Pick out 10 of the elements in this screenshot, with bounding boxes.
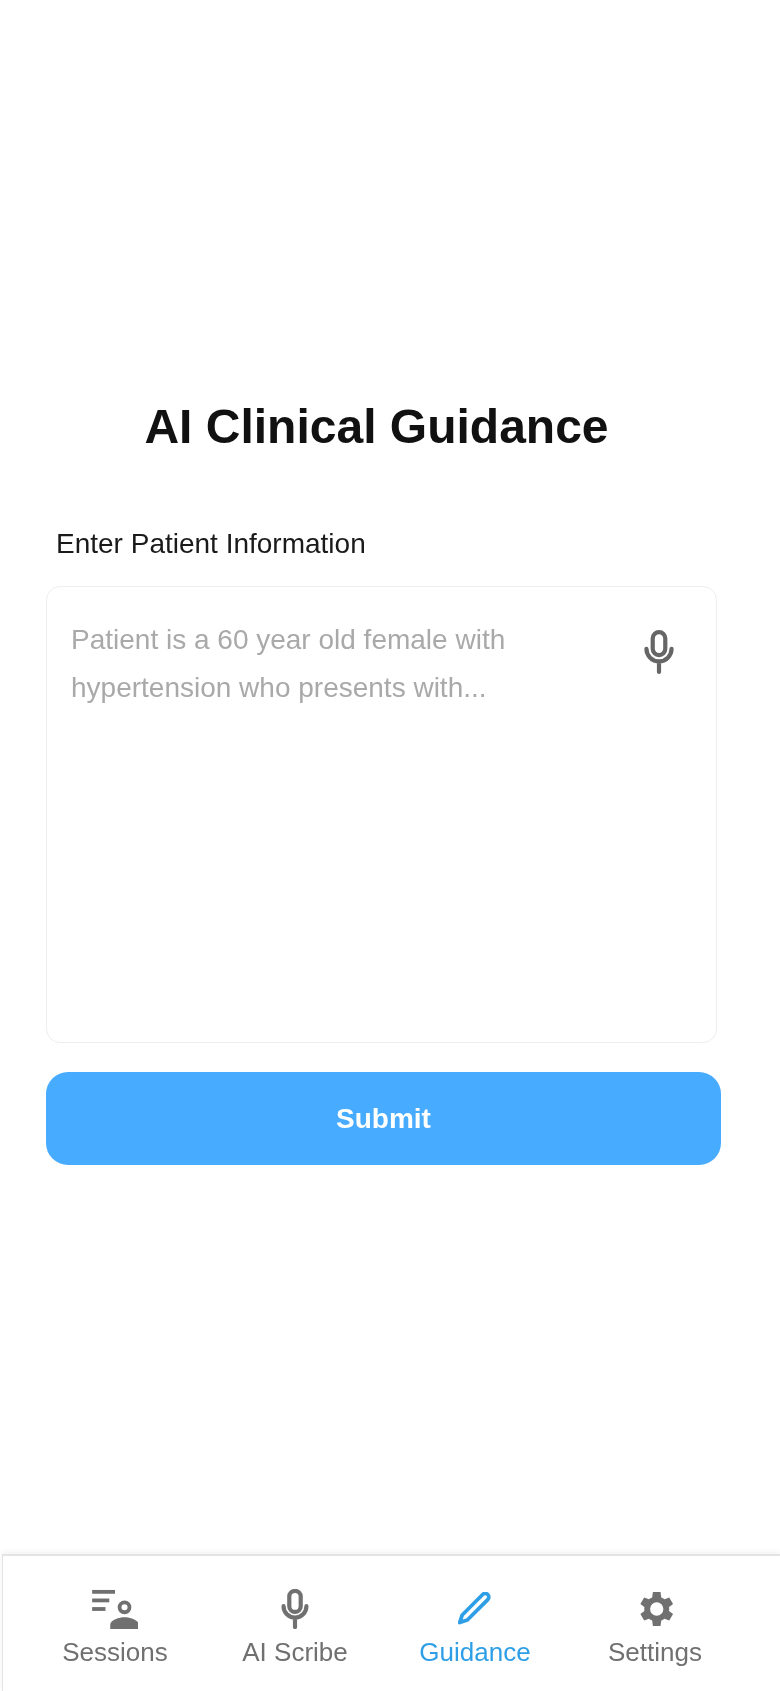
nav-tab[interactable]: Guidance bbox=[419, 1588, 531, 1668]
patient-info-field[interactable]: Patient is a 60 year old female with hypertension who presents with... bbox=[46, 586, 717, 1043]
field-label: Enter Patient Information bbox=[56, 527, 366, 561]
nav-tab[interactable]: AI Scribe bbox=[242, 1588, 348, 1668]
list-person-icon bbox=[92, 1589, 138, 1629]
microphone-icon[interactable] bbox=[642, 630, 676, 674]
nav-tab[interactable]: Sessions bbox=[62, 1588, 168, 1668]
nav-tab[interactable]: Settings bbox=[608, 1588, 702, 1668]
pencil-icon bbox=[458, 1592, 492, 1626]
page-title: AI Clinical Guidance bbox=[144, 399, 609, 455]
